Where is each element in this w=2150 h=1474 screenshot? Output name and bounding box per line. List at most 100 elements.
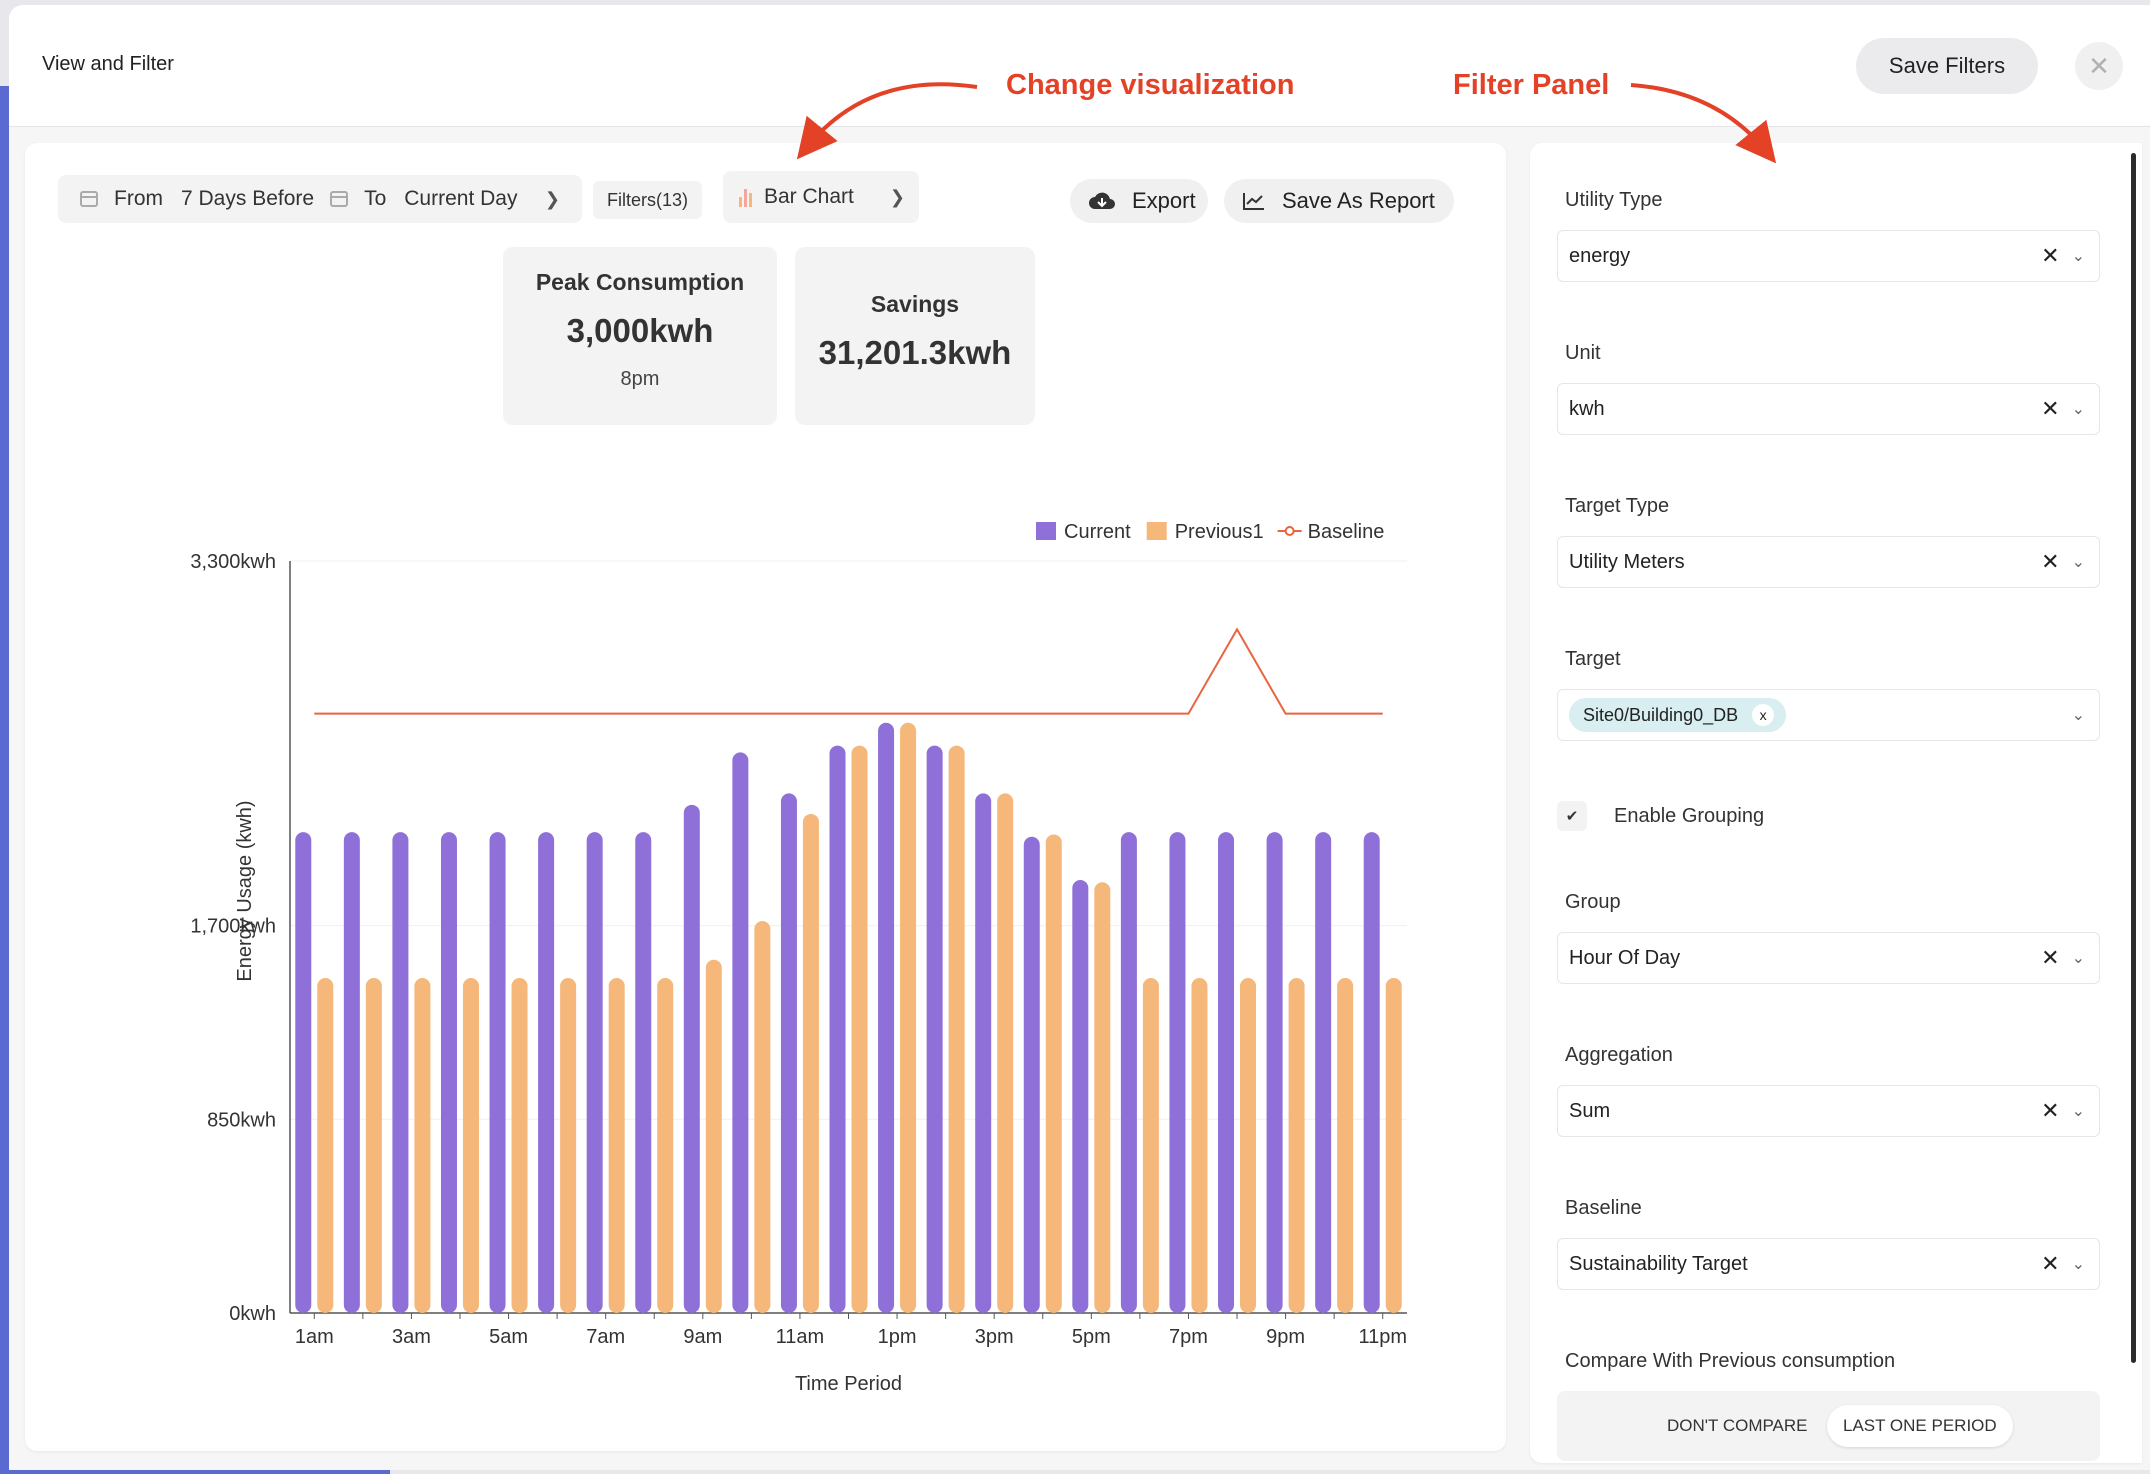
- target-type-value: Utility Meters: [1569, 550, 1685, 573]
- utility-type-select[interactable]: energy ✕ ⌄: [1557, 230, 2100, 282]
- chevron-down-icon[interactable]: ⌄: [2072, 705, 2085, 725]
- chart-card: From 7 Days Before To Current Day ❯ Filt…: [25, 143, 1506, 1451]
- bar-previous: [1045, 834, 1062, 1313]
- unit-select[interactable]: kwh ✕ ⌄: [1557, 383, 2100, 435]
- energy-usage-chart: 0kwh850kwh1,700kwh3,300kwh1am 3am 5am 7am 9a…: [190, 521, 1407, 1395]
- bar-current: [1266, 832, 1283, 1313]
- remove-tag-icon[interactable]: x: [1752, 704, 1775, 726]
- compare-label: Compare With Previous consumption: [1565, 1350, 1896, 1372]
- bar-previous: [1288, 978, 1305, 1313]
- bar-previous: [1240, 978, 1257, 1313]
- x-tick-label: 11am: [776, 1326, 825, 1348]
- x-tick-label: 5pm: [1072, 1326, 1111, 1348]
- target-tag-label: Site0/Building0_DB: [1583, 704, 1739, 725]
- chevron-down-icon[interactable]: ⌄: [2072, 948, 2085, 968]
- clear-icon[interactable]: ✕: [2041, 549, 2059, 575]
- bar-previous: [657, 978, 674, 1313]
- chevron-down-icon[interactable]: ⌄: [2072, 246, 2085, 266]
- clear-icon[interactable]: ✕: [2041, 1098, 2059, 1124]
- view-filter-modal: View and Filter Save Filters ✕ From 7 Da…: [9, 5, 2150, 1470]
- y-tick-label: 850kwh: [207, 1109, 276, 1131]
- legend-label: Previous1: [1175, 521, 1264, 543]
- modal-header: View and Filter Save Filters ✕: [9, 5, 2150, 127]
- scrollbar[interactable]: [2131, 153, 2136, 1363]
- baseline-value: Sustainability Target: [1569, 1252, 1748, 1275]
- legend-marker: [1284, 526, 1295, 536]
- bar-current: [1169, 832, 1186, 1313]
- enable-grouping-checkbox[interactable]: ✔: [1557, 801, 1587, 831]
- bar-previous: [365, 978, 382, 1313]
- x-tick-label: 1pm: [878, 1326, 917, 1348]
- clear-icon[interactable]: ✕: [2041, 945, 2059, 971]
- bar-current: [732, 752, 749, 1313]
- aggregation-select[interactable]: Sum ✕ ⌄: [1557, 1085, 2100, 1137]
- x-tick-label: 3pm: [975, 1326, 1014, 1348]
- bar-current: [975, 793, 992, 1313]
- bar-current: [343, 832, 360, 1313]
- bar-previous: [414, 978, 431, 1313]
- save-filters-button[interactable]: Save Filters: [1856, 38, 2038, 94]
- clear-icon[interactable]: ✕: [2041, 243, 2059, 269]
- bar-current: [1363, 832, 1380, 1313]
- bar-previous: [1385, 978, 1402, 1313]
- x-tick-label: 9am: [683, 1326, 722, 1348]
- bar-previous: [997, 793, 1014, 1313]
- bar-current: [440, 832, 457, 1313]
- y-axis-title: Energy Usage (kwh): [234, 800, 256, 981]
- bar-current: [926, 745, 943, 1313]
- x-tick-label: 5am: [489, 1326, 528, 1348]
- bar-current: [1023, 836, 1040, 1313]
- x-tick-label: 11pm: [1358, 1326, 1407, 1348]
- target-label: Target: [1565, 648, 1621, 670]
- bar-current: [586, 832, 603, 1313]
- target-type-select[interactable]: Utility Meters ✕ ⌄: [1557, 536, 2100, 588]
- aggregation-label: Aggregation: [1565, 1044, 1673, 1066]
- utility-type-label: Utility Type: [1565, 189, 1663, 211]
- bar-previous: [900, 722, 917, 1313]
- clear-icon[interactable]: ✕: [2041, 1251, 2059, 1277]
- legend-swatch: [1036, 522, 1056, 540]
- legend-label: Baseline: [1308, 521, 1385, 543]
- dont-compare-option[interactable]: DON'T COMPARE: [1651, 1405, 1824, 1447]
- last-one-period-option[interactable]: LAST ONE PERIOD: [1827, 1405, 2013, 1447]
- bar-previous: [1094, 882, 1111, 1313]
- bar-current: [489, 832, 506, 1313]
- bar-current: [1072, 880, 1089, 1313]
- bar-previous: [851, 745, 868, 1313]
- target-select[interactable]: Site0/Building0_DB x ⌄: [1557, 689, 2100, 741]
- unit-label: Unit: [1565, 342, 1601, 364]
- legend-swatch: [1146, 522, 1167, 540]
- x-tick-label: 1am: [295, 1326, 334, 1348]
- y-tick-label: 3,300kwh: [190, 551, 276, 573]
- chevron-down-icon[interactable]: ⌄: [2072, 1254, 2085, 1274]
- change-visualization-annotation: Change visualization: [1006, 69, 1295, 101]
- bar-current: [1315, 832, 1332, 1313]
- filter-panel: Utility Type energy ✕ ⌄ Unit kwh ✕ ⌄ Tar…: [1530, 143, 2142, 1463]
- utility-type-value: energy: [1569, 244, 1631, 267]
- filter-panel-annotation: Filter Panel: [1453, 69, 1610, 101]
- chevron-down-icon[interactable]: ⌄: [2072, 552, 2085, 572]
- bar-previous: [1142, 978, 1159, 1313]
- enable-grouping-label: Enable Grouping: [1614, 805, 1765, 827]
- bar-current: [829, 745, 846, 1313]
- baseline-label: Baseline: [1565, 1197, 1642, 1219]
- bar-previous: [462, 978, 479, 1313]
- bar-previous: [317, 978, 334, 1313]
- chevron-down-icon[interactable]: ⌄: [2072, 1101, 2085, 1121]
- bar-previous: [560, 978, 577, 1313]
- bar-current: [538, 832, 555, 1313]
- bar-current: [1120, 832, 1137, 1313]
- group-value: Hour Of Day: [1569, 946, 1681, 969]
- bar-current: [635, 832, 652, 1313]
- target-tag: Site0/Building0_DB x: [1569, 698, 1787, 732]
- modal-title: View and Filter: [42, 53, 174, 75]
- compare-toggle: DON'T COMPARE LAST ONE PERIOD: [1557, 1391, 2100, 1461]
- baseline-select[interactable]: Sustainability Target ✕ ⌄: [1557, 1238, 2100, 1290]
- background-window-edge: [0, 86, 9, 1474]
- bar-current: [392, 832, 409, 1313]
- group-select[interactable]: Hour Of Day ✕ ⌄: [1557, 932, 2100, 984]
- clear-icon[interactable]: ✕: [2041, 396, 2059, 422]
- close-icon[interactable]: ✕: [2075, 42, 2123, 90]
- chevron-down-icon[interactable]: ⌄: [2072, 399, 2085, 419]
- bar-previous: [754, 921, 771, 1313]
